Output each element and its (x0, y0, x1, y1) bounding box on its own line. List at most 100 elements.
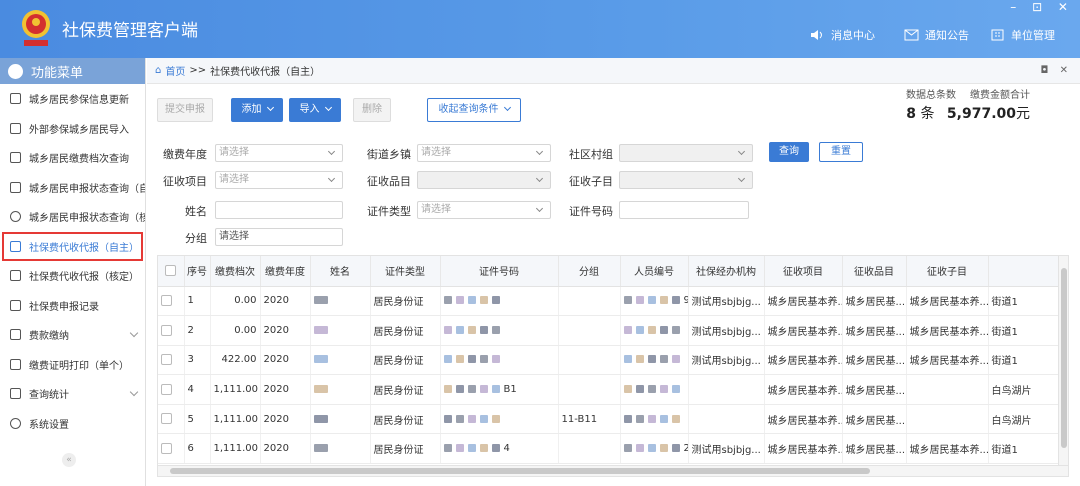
redacted-block (467, 385, 476, 394)
sidebar-item-level-query[interactable]: 城乡居民缴费档次查询 (0, 143, 145, 173)
redacted-block (647, 385, 656, 394)
year-select[interactable]: 请选择 (215, 144, 343, 162)
idno-input[interactable] (619, 201, 749, 219)
table-cell: 街道1 (988, 345, 1059, 376)
sidebar-header-label: 功能菜单 (31, 65, 84, 81)
redacted-block (623, 444, 632, 453)
row-checkbox[interactable] (161, 324, 172, 336)
sidebar-item-stats[interactable]: 查询统计 (0, 379, 145, 409)
table-cell: 0.00 (210, 315, 261, 346)
table-cell (620, 404, 689, 435)
table-cell (440, 286, 559, 317)
collapse-query-button[interactable]: 收起查询条件 (427, 98, 521, 122)
col-header[interactable]: 社保经办机构 (688, 256, 765, 287)
window-controls[interactable]: – ⊡ ✕ (1010, 0, 1074, 14)
table-row[interactable]: 3 422.00 2020 居民身份证 测试用sbjbjg... 城乡居民基本养... 城乡… (158, 345, 1059, 376)
table-row[interactable]: 2 0.00 2020 居民身份证 测试用sbjbjg... 城乡居民基本养... 城乡居民… (158, 315, 1059, 346)
message-center-button[interactable]: 消息中心 (810, 27, 875, 43)
category-select[interactable] (417, 171, 551, 189)
col-header[interactable]: 姓名 (310, 256, 371, 287)
sidebar-item-status-self[interactable]: 城乡居民申报状态查询（自主 (0, 173, 145, 203)
cell-text: 900 (684, 295, 688, 306)
col-header[interactable]: 序号 (184, 256, 211, 287)
name-input[interactable] (215, 201, 343, 219)
row-checkbox[interactable] (161, 354, 172, 366)
cell-text: 城乡居民基本养... (909, 445, 988, 457)
community-select[interactable] (619, 144, 753, 162)
table-cell: 城乡居民基本养... (764, 286, 843, 317)
col-header[interactable]: 证件类型 (370, 256, 441, 287)
cell-text: 街道1 (991, 326, 1018, 338)
sidebar-item-urban-rural-update[interactable]: 城乡居民参保信息更新 (0, 84, 145, 114)
group-select[interactable]: 请选择 (215, 228, 343, 246)
select-all-checkbox[interactable] (158, 256, 185, 287)
sidebar-item-proxy-verified[interactable]: 社保费代收代报（核定） (0, 261, 145, 291)
item-select[interactable]: 请选择 (215, 171, 343, 189)
col-header[interactable]: 征收子目 (906, 256, 989, 287)
cell-text: 2020 (263, 354, 289, 366)
col-header[interactable]: 征收项目 (764, 256, 843, 287)
row-checkbox[interactable] (161, 295, 172, 307)
sidebar-item-payment[interactable]: 费款缴纳 (0, 320, 145, 350)
delete-button[interactable]: 删除 (353, 98, 391, 122)
redacted-block (623, 385, 632, 394)
search-button[interactable]: 查询 (769, 142, 809, 162)
sidebar-collapse-button[interactable]: « (62, 453, 76, 467)
notice-button[interactable]: 通知公告 (904, 27, 969, 43)
subcat-select[interactable] (619, 171, 753, 189)
sidebar-header[interactable]: 功能菜单 (0, 58, 145, 84)
table-cell: 900 (620, 286, 689, 317)
col-header[interactable]: 缴费年度 (260, 256, 311, 287)
sidebar-item-proxy-self[interactable]: 社保费代收代报（自主） (2, 231, 143, 261)
add-button[interactable]: 添加 (231, 98, 283, 122)
message-center-label: 消息中心 (831, 29, 875, 42)
cell-text: 2020 (263, 324, 289, 336)
sidebar-item-status-verified[interactable]: 城乡居民申报状态查询（核定 (0, 202, 145, 232)
cell-text: 测试用sbjbjg... (691, 326, 761, 338)
horizontal-scrollbar[interactable] (158, 465, 1068, 476)
street-select[interactable]: 请选择 (417, 144, 551, 162)
table-cell: 6 (184, 433, 211, 465)
col-header[interactable] (988, 256, 1059, 287)
col-header[interactable]: 分组 (558, 256, 621, 287)
table-row[interactable]: 4 1,111.00 2020 居民身份证 B1 城乡居民基本养... 城乡居民基... 白鸟… (158, 374, 1059, 405)
idtype-label: 证件类型 (367, 205, 411, 218)
data-table: 序号 缴费档次 缴费年度 姓名 证件类型 证件号码 分组 人员编号 社保经办机构… (157, 255, 1069, 477)
redacted-block (479, 414, 488, 423)
row-checkbox[interactable] (161, 413, 172, 425)
col-header[interactable]: 征收品目 (842, 256, 907, 287)
row-checkbox[interactable] (161, 443, 172, 455)
table-row[interactable]: 10.002020居民身份证900测试用sbjbjg...城乡居民基本养...城… (158, 286, 1059, 317)
tab-controls[interactable]: ◘ ✕ (1041, 65, 1072, 76)
col-header[interactable]: 缴费档次 (210, 256, 261, 287)
sidebar-item-external-import[interactable]: 外部参保城乡居民导入 (0, 114, 145, 144)
col-header[interactable]: 人员编号 (620, 256, 689, 287)
table-cell (440, 404, 559, 435)
redacted-block (443, 355, 452, 364)
table-cell: 2020 (260, 404, 311, 435)
amount-value: 5,977.00 (946, 106, 1016, 122)
amount-label: 缴费金额合计 (970, 90, 1030, 101)
unit-management-button[interactable]: 单位管理 (990, 27, 1055, 43)
submit-button[interactable]: 提交申报 (157, 98, 213, 122)
table-row[interactable]: 6 1,111.00 2020 居民身份证 4 20测试用sbjbjg... 城乡居民基本养… (158, 433, 1059, 465)
redacted-block (647, 325, 656, 334)
cell-text: 城乡居民基本养... (767, 326, 842, 338)
col-header[interactable]: 证件号码 (440, 256, 559, 287)
breadcrumb-home[interactable]: 首页 (165, 63, 185, 78)
table-row[interactable]: 5 1,111.00 2020 居民身份证 11-B11 城乡居民基本养... 城乡居民基.… (158, 404, 1059, 435)
vertical-scrollbar[interactable] (1058, 256, 1068, 466)
table-cell: 城乡居民基... (842, 404, 907, 435)
sidebar-item-print-proof[interactable]: 缴费证明打印（单个） (0, 350, 145, 380)
chevron-down-icon (327, 174, 336, 183)
table-cell (620, 345, 689, 376)
redacted-block (479, 355, 488, 364)
reset-button[interactable]: 重置 (819, 142, 863, 162)
sidebar-item-records[interactable]: 社保费申报记录 (0, 291, 145, 321)
redacted-block (491, 355, 500, 364)
idtype-select[interactable]: 请选择 (417, 201, 551, 219)
import-button[interactable]: 导入 (289, 98, 341, 122)
sidebar-item-settings[interactable]: 系统设置 (0, 409, 145, 439)
data-grid: 序号 缴费档次 缴费年度 姓名 证件类型 证件号码 分组 人员编号 社保经办机构… (158, 256, 1059, 465)
row-checkbox[interactable] (161, 383, 172, 395)
